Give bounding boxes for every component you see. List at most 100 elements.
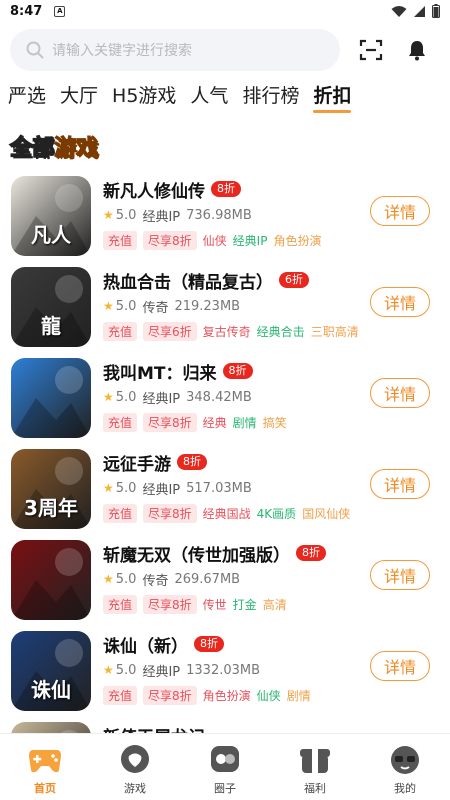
nav-circle[interactable]: 圈子 <box>180 734 270 800</box>
tab-discount[interactable]: 折扣 <box>313 82 352 113</box>
game-tag: 尽享6折 <box>143 321 197 341</box>
detail-button[interactable]: 详情 <box>370 560 430 590</box>
section-title: 全部 游戏 <box>9 130 98 162</box>
game-tags: 充值 尽享8折 角色扮演 仙侠 剧情 <box>103 685 363 705</box>
nav-mine[interactable]: 我的 <box>360 734 450 800</box>
game-tag: 剧情 <box>286 688 311 703</box>
game-tag: 充值 <box>103 412 138 432</box>
discount-badge: 6折 <box>279 272 309 288</box>
game-list-item[interactable]: 我叫MT：归来 8折 ★ 5.0 经典IP 348.42MB 充值 尽享8折 经典 剧情 搞笑 详情 <box>0 352 450 443</box>
game-name: 我叫MT：归来 <box>103 363 217 384</box>
discount-badge: 8折 <box>194 636 224 652</box>
game-tag: 高清 <box>262 597 287 612</box>
game-tag: 复古传奇 <box>202 324 251 339</box>
game-thumbnail[interactable] <box>11 358 91 438</box>
game-thumbnail[interactable]: 诛仙 <box>11 631 91 711</box>
game-meta: ★ 5.0 经典IP 348.42MB <box>103 389 363 407</box>
thumbnail-caption: 凡人 <box>31 223 71 247</box>
detail-button[interactable]: 详情 <box>370 469 430 499</box>
game-list-item[interactable]: 3周年 远征手游 8折 ★ 5.0 经典IP 517.03MB 充值 尽享8折 经典国战 4K画质国… <box>0 443 450 534</box>
section-title-part1: 全部 <box>9 135 55 162</box>
game-list-item[interactable]: 凡人 新凡人修仙传 8折 ★ 5.0 经典IP 736.98MB 充值 尽享8折 仙侠 经典IP 角色… <box>0 170 450 261</box>
nav-games-label: 游戏 <box>124 782 146 795</box>
game-tag: 国风仙侠 <box>302 506 351 521</box>
status-bar: 8:47 A <box>0 0 450 22</box>
search-row: 请输入关键字进行搜索 <box>10 28 440 72</box>
game-tag: 充值 <box>103 321 138 341</box>
game-tag: 充值 <box>103 230 138 250</box>
game-name: 热血合击（精品复古） <box>103 272 273 293</box>
game-title-line: 新凡人修仙传 8折 <box>103 178 363 202</box>
game-meta: ★ 5.0 传奇 219.23MB <box>103 298 363 316</box>
search-placeholder: 请输入关键字进行搜索 <box>52 43 192 59</box>
game-title-line: 热血合击（精品复古） 6折 <box>103 269 363 293</box>
tab-renqi[interactable]: 人气 <box>190 82 228 112</box>
game-tag: 经典合击 <box>256 324 305 339</box>
category-tabs: 严选 大厅 H5游戏 人气 排行榜 折扣 <box>8 82 352 114</box>
tab-dating[interactable]: 大厅 <box>60 82 98 112</box>
game-tag: 打金 <box>232 597 257 612</box>
nav-welfare[interactable]: 福利 <box>270 734 360 800</box>
game-thumbnail[interactable]: 凡人 <box>11 176 91 256</box>
detail-button[interactable]: 详情 <box>370 287 430 317</box>
game-meta: ★ 5.0 经典IP 1332.03MB <box>103 662 363 680</box>
game-category: 传奇 <box>142 573 169 589</box>
detail-button[interactable]: 详情 <box>370 378 430 408</box>
thumbnail-caption: 3周年 <box>24 496 78 520</box>
game-size: 517.03MB <box>186 480 252 496</box>
game-list-item[interactable]: 斩魔无双（传世加强版） 8折 ★ 5.0 传奇 269.67MB 充值 尽享8折 传世 打金 高清详… <box>0 534 450 625</box>
star-icon: ★ <box>103 390 114 404</box>
game-size: 736.98MB <box>186 207 252 223</box>
nav-games[interactable]: 游戏 <box>90 734 180 800</box>
game-tag: 经典IP <box>232 233 268 248</box>
bell-icon <box>409 41 425 61</box>
game-meta: ★ 5.0 经典IP 517.03MB <box>103 480 363 498</box>
game-category: 经典IP <box>142 482 181 498</box>
thumbnail-caption: 诛仙 <box>31 678 71 702</box>
scan-button[interactable] <box>358 37 384 63</box>
discount-badge: 8折 <box>222 363 253 379</box>
game-info: 远征手游 8折 ★ 5.0 经典IP 517.03MB 充值 尽享8折 经典国战 4K画质 国风仙侠 <box>103 451 363 523</box>
game-tags: 充值 尽享6折 复古传奇 经典合击 三职高清 <box>103 321 363 341</box>
bottom-nav: 首页 游戏 圈子 福利 我的 <box>0 733 450 800</box>
home-icon <box>27 742 63 778</box>
game-info: 诛仙（新） 8折 ★ 5.0 经典IP 1332.03MB 充值 尽享8折 角色扮演 仙侠 剧情 <box>103 633 363 705</box>
game-list-item[interactable]: 诛仙 诛仙（新） 8折 ★ 5.0 经典IP 1332.03MB 充值 尽享8折 角色扮演 仙侠 剧情… <box>0 625 450 716</box>
game-tag: 充值 <box>103 685 138 705</box>
game-meta: ★ 5.0 传奇 269.67MB <box>103 571 363 589</box>
detail-button[interactable]: 详情 <box>370 651 430 681</box>
notification-app-icon: A <box>54 5 66 17</box>
game-tag: 尽享8折 <box>143 412 197 432</box>
notification-button[interactable] <box>404 37 430 63</box>
star-icon: ★ <box>103 572 114 586</box>
game-thumbnail[interactable] <box>11 540 91 620</box>
tab-ranking[interactable]: 排行榜 <box>242 82 299 112</box>
game-title-line: 我叫MT：归来 8折 <box>103 360 363 384</box>
profile-icon <box>387 742 423 778</box>
game-icon <box>117 742 153 778</box>
detail-button[interactable]: 详情 <box>370 196 430 226</box>
game-list: 凡人 新凡人修仙传 8折 ★ 5.0 经典IP 736.98MB 充值 尽享8折 仙侠 经典IP 角色… <box>0 170 450 800</box>
tab-yanxuan[interactable]: 严选 <box>8 82 46 112</box>
signal-icon <box>414 5 425 17</box>
game-thumbnail[interactable]: 龍 <box>11 267 91 347</box>
game-category: 经典IP <box>142 664 181 680</box>
game-info: 新凡人修仙传 8折 ★ 5.0 经典IP 736.98MB 充值 尽享8折 仙侠 经典IP 角色扮演 <box>103 178 363 250</box>
game-tag: 搞笑 <box>262 415 287 430</box>
tab-h5[interactable]: H5游戏 <box>112 82 176 112</box>
game-tag: 三职高清 <box>310 324 359 339</box>
game-list-item[interactable]: 龍 热血合击（精品复古） 6折 ★ 5.0 传奇 219.23MB 充值 尽享6折 复古传奇 经典合… <box>0 261 450 352</box>
discount-badge: 8折 <box>211 181 241 197</box>
nav-welfare-label: 福利 <box>304 782 326 795</box>
game-tag: 剧情 <box>232 415 257 430</box>
game-title-line: 远征手游 8折 <box>103 451 363 475</box>
game-score: 5.0 <box>115 662 137 678</box>
game-name: 新凡人修仙传 <box>103 181 205 202</box>
nav-home[interactable]: 首页 <box>0 734 90 800</box>
game-thumbnail[interactable]: 3周年 <box>11 449 91 529</box>
game-tag: 角色扮演 <box>273 233 322 248</box>
search-input[interactable]: 请输入关键字进行搜索 <box>10 29 340 71</box>
nav-home-label: 首页 <box>34 782 56 795</box>
search-icon <box>26 41 44 59</box>
game-tag: 尽享8折 <box>143 685 197 705</box>
